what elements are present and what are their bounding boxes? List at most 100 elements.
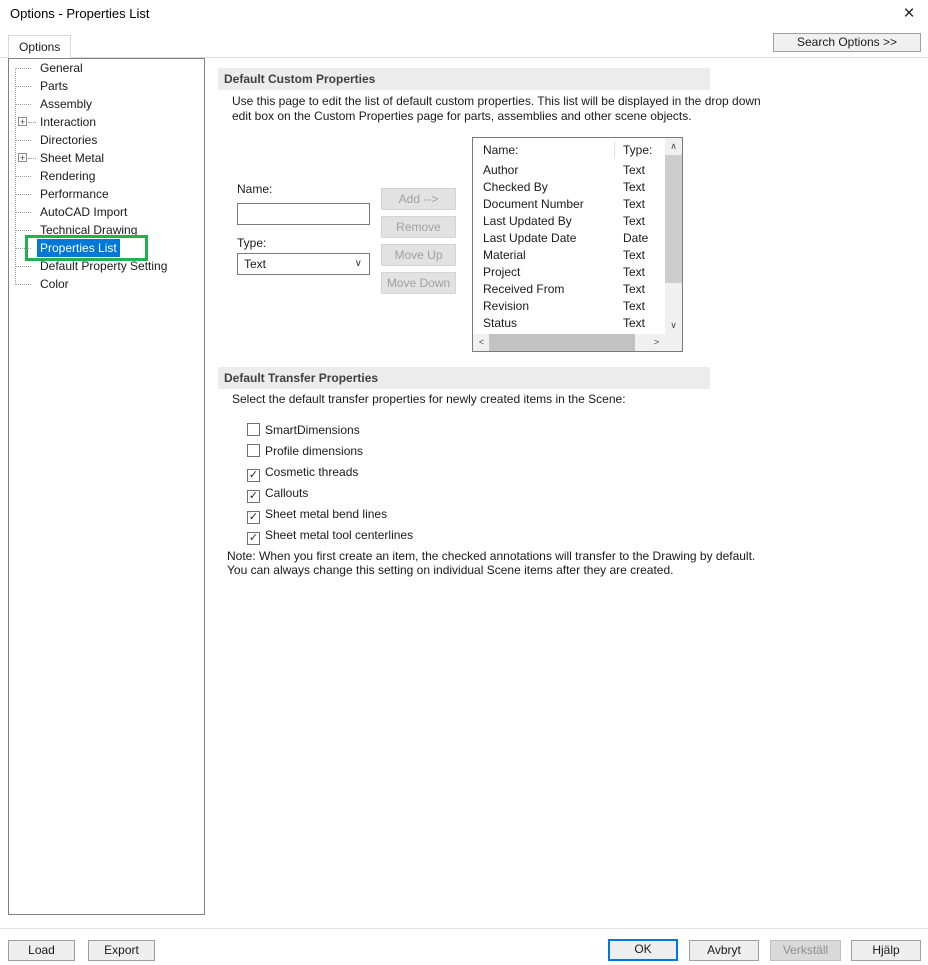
tab-options[interactable]: Options [8, 35, 72, 58]
vertical-scrollbar-thumb[interactable] [665, 155, 682, 283]
checkbox-box[interactable]: ✓ [247, 490, 260, 503]
list-item[interactable]: Received From Text [473, 281, 665, 298]
properties-listbox[interactable]: Name: Type: Author Text Checked By Text Do… [472, 137, 683, 352]
listbox-header: Name: Type: [473, 138, 665, 162]
checkbox-label: Callouts [265, 486, 309, 500]
horizontal-scrollbar-thumb[interactable] [489, 334, 635, 351]
export-button[interactable]: Export [88, 940, 155, 961]
sidebar-item-assembly[interactable]: Assembly [9, 95, 204, 113]
type-dropdown[interactable]: Text ∨ [237, 253, 370, 275]
tree-item-label: Default Property Setting [40, 259, 168, 273]
tree-item-label-selected: Properties List [37, 239, 120, 257]
sidebar-item-default-property-setting[interactable]: Default Property Setting [9, 257, 204, 275]
scroll-left-icon[interactable]: < [473, 334, 490, 351]
list-item[interactable]: Last Update Date Date [473, 230, 665, 247]
tree-item-label: Technical Drawing [40, 223, 138, 237]
tree-item-label: Performance [40, 187, 109, 201]
list-item-type: Text [623, 163, 646, 177]
tree-item-label: Interaction [40, 115, 97, 129]
checkbox-label: Profile dimensions [265, 444, 364, 458]
checkbox-box[interactable] [247, 444, 260, 457]
checkbox-box[interactable]: ✓ [247, 511, 260, 524]
list-item-type: Text [623, 197, 646, 211]
note-text: Note: When you first create an item, the… [227, 549, 755, 577]
sidebar-item-interaction[interactable]: + Interaction [9, 113, 204, 131]
sidebar-item-performance[interactable]: Performance [9, 185, 204, 203]
tree-item-label: Sheet Metal [40, 151, 105, 165]
search-options-button[interactable]: Search Options >> [773, 33, 921, 52]
list-item[interactable]: Material Text [473, 247, 665, 264]
options-tree: General Parts Assembly + Interaction Dire… [8, 58, 205, 915]
cancel-button[interactable]: Avbryt [689, 940, 759, 961]
list-item-type: Text [623, 316, 646, 330]
tree-connector [16, 176, 31, 177]
checkbox-label: SmartDimensions [265, 423, 360, 437]
checkbox-cosmetic-threads[interactable]: ✓ Cosmetic threads [247, 465, 358, 482]
list-item[interactable]: Project Text [473, 264, 665, 281]
list-item[interactable]: Document Number Text [473, 196, 665, 213]
move-down-button[interactable]: Move Down [381, 272, 456, 294]
add-button[interactable]: Add --> [381, 188, 456, 210]
chevron-down-icon: ∨ [354, 258, 362, 269]
tree-item-label: General [40, 61, 83, 75]
checkbox-sheet-metal-bend-lines[interactable]: ✓ Sheet metal bend lines [247, 507, 387, 524]
tree-connector [16, 104, 31, 105]
sidebar-item-rendering[interactable]: Rendering [9, 167, 204, 185]
list-item-type: Text [623, 265, 646, 279]
note-line: You can always change this setting on in… [227, 563, 674, 577]
checkbox-callouts[interactable]: ✓ Callouts [247, 486, 309, 503]
list-item[interactable]: Author Text [473, 162, 665, 179]
checkbox-sheet-metal-tool-centerlines[interactable]: ✓ Sheet metal tool centerlines [247, 528, 413, 545]
window-title: Options - Properties List [10, 6, 150, 21]
checkbox-smartdimensions[interactable]: SmartDimensions [247, 423, 360, 439]
list-item-name: Revision [483, 299, 530, 313]
checkbox-box[interactable]: ✓ [247, 532, 260, 545]
sidebar-item-parts[interactable]: Parts [9, 77, 204, 95]
sidebar-item-sheet-metal[interactable]: + Sheet Metal [9, 149, 204, 167]
list-item-type: Text [623, 248, 646, 262]
sidebar-item-autocad-import[interactable]: AutoCAD Import [9, 203, 204, 221]
load-button[interactable]: Load [8, 940, 75, 961]
scroll-right-icon[interactable]: > [648, 334, 665, 351]
scroll-down-icon[interactable]: ∨ [665, 317, 682, 334]
column-header-name: Name: [483, 143, 519, 157]
list-item-name: Last Updated By [483, 214, 572, 228]
sidebar-item-technical-drawing[interactable]: Technical Drawing [9, 221, 204, 239]
tree-connector [16, 140, 31, 141]
checkbox-box[interactable]: ✓ [247, 469, 260, 482]
list-item[interactable]: Revision Text [473, 298, 665, 315]
sidebar-item-general[interactable]: General [9, 59, 204, 77]
tree-item-label: Parts [40, 79, 69, 93]
list-item[interactable]: Last Updated By Text [473, 213, 665, 230]
checkbox-box[interactable] [247, 423, 260, 436]
name-input[interactable] [237, 203, 370, 225]
sidebar-item-directories[interactable]: Directories [9, 131, 204, 149]
sidebar-item-color[interactable]: Color [9, 275, 204, 293]
section-header-custom-properties: Default Custom Properties [218, 68, 710, 90]
expand-plus-icon[interactable]: + [18, 117, 27, 127]
tree-item-label: Color [40, 277, 69, 291]
listbox-rows: Author Text Checked By Text Document Numbe… [473, 162, 665, 332]
list-item[interactable]: Checked By Text [473, 179, 665, 196]
list-item-name: Author [483, 163, 519, 177]
tree-connector [16, 266, 31, 267]
list-item[interactable]: Status Text [473, 315, 665, 332]
expand-plus-icon[interactable]: + [18, 153, 27, 163]
ok-button[interactable]: OK [608, 939, 678, 961]
sidebar-item-properties-list[interactable]: Properties List [9, 239, 204, 257]
tree-connector [28, 158, 36, 159]
remove-button[interactable]: Remove [381, 216, 456, 238]
vertical-scrollbar[interactable]: ∧ ∨ [665, 138, 682, 334]
horizontal-scrollbar[interactable]: < > [473, 334, 665, 351]
column-header-type: Type: [623, 143, 653, 157]
move-up-button[interactable]: Move Up [381, 244, 456, 266]
description-line: edit box on the Custom Properties page f… [232, 109, 692, 123]
section-header-transfer-properties: Default Transfer Properties [218, 367, 710, 389]
apply-button[interactable]: Verkställ [770, 940, 841, 961]
scroll-up-icon[interactable]: ∧ [665, 138, 682, 155]
close-icon[interactable]: × [896, 2, 922, 26]
help-button[interactable]: Hjälp [851, 940, 921, 961]
custom-properties-description: Use this page to edit the list of defaul… [232, 94, 761, 124]
checkbox-profile-dimensions[interactable]: Profile dimensions [247, 444, 363, 460]
list-item-name: Document Number [483, 197, 584, 211]
